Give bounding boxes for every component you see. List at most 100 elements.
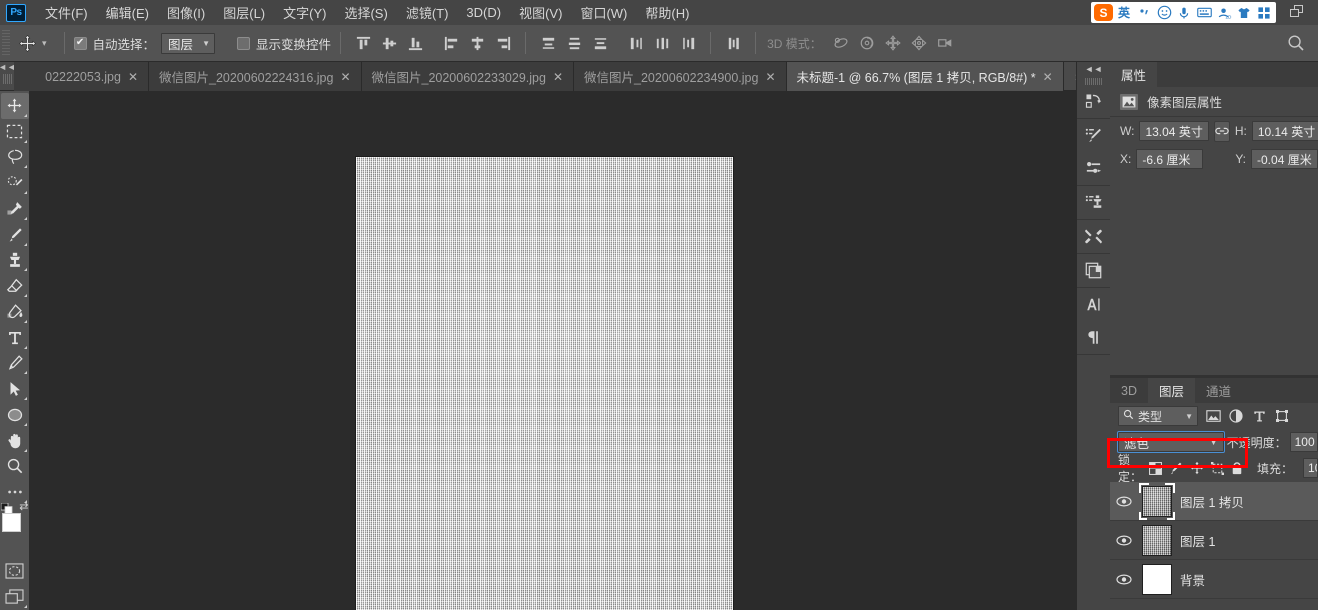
document-artboard[interactable] xyxy=(356,157,733,610)
distribute-vertical-center-icon[interactable] xyxy=(563,32,585,54)
align-vertical-center-icon[interactable] xyxy=(378,32,400,54)
tab-layers[interactable]: 图层 xyxy=(1148,378,1195,403)
paragraph-icon[interactable] xyxy=(1077,321,1111,354)
brush-tool[interactable] xyxy=(1,222,29,248)
screen-mode-icon[interactable] xyxy=(1,584,29,610)
hand-tool[interactable] xyxy=(1,428,29,454)
emoji-icon[interactable] xyxy=(1155,4,1173,22)
slide-3d-icon[interactable] xyxy=(908,32,930,54)
lock-all-icon[interactable] xyxy=(1231,461,1243,476)
y-field[interactable]: -0.04 厘米 xyxy=(1251,149,1318,169)
layer-filter-type-dropdown[interactable]: 类型 ▼ xyxy=(1118,406,1198,426)
move-tool-icon[interactable] xyxy=(13,30,41,56)
default-colors-icon[interactable] xyxy=(1,501,13,512)
close-tab-icon[interactable]: ✕ xyxy=(553,70,563,84)
document-tab-2[interactable]: 微信图片_20200602233029.jpg ✕ xyxy=(362,62,575,91)
restore-window-icon[interactable] xyxy=(1290,5,1306,19)
sogou-input-toolbar[interactable]: S 英 2D xyxy=(1091,2,1276,23)
ime-mode-chinese-english-toggle[interactable]: 英 xyxy=(1115,4,1133,22)
lasso-tool[interactable] xyxy=(1,145,29,171)
x-field[interactable]: -6.6 厘米 xyxy=(1136,149,1203,169)
height-field[interactable]: 10.14 英寸 xyxy=(1252,121,1318,141)
voice-icon[interactable] xyxy=(1175,4,1193,22)
options-bar-grip[interactable] xyxy=(2,30,10,56)
tab-channels[interactable]: 通道 xyxy=(1195,378,1242,403)
clone-stamp-tool[interactable] xyxy=(1,248,29,274)
menu-item-image[interactable]: 图像(I) xyxy=(158,0,214,25)
layer-thumbnail[interactable] xyxy=(1142,525,1172,556)
quick-mask-icon[interactable] xyxy=(1,559,29,585)
layer-thumbnail[interactable] xyxy=(1142,486,1172,517)
rectangular-marquee-tool[interactable] xyxy=(1,119,29,145)
show-transform-controls-checkbox[interactable] xyxy=(237,37,250,50)
layer-name[interactable]: 图层 1 拷贝 xyxy=(1180,492,1244,511)
lock-transparent-pixels-icon[interactable] xyxy=(1149,461,1162,476)
filter-type-icon[interactable] xyxy=(1251,408,1267,424)
auto-select-checkbox[interactable]: ✔ xyxy=(74,37,87,50)
screenshot-icon[interactable]: 2D xyxy=(1215,4,1233,22)
move-tool[interactable] xyxy=(1,93,29,119)
search-icon[interactable] xyxy=(1286,33,1306,53)
collapse-dock-icon[interactable]: ◄◄ xyxy=(0,62,14,90)
type-tool[interactable] xyxy=(1,325,29,351)
document-tab-3[interactable]: 微信图片_20200602234900.jpg ✕ xyxy=(574,62,787,91)
brush-presets-icon[interactable] xyxy=(1077,152,1111,185)
scale-3d-icon[interactable] xyxy=(934,32,956,54)
distribute-spacing-icon[interactable] xyxy=(722,32,744,54)
sogou-logo-icon[interactable]: S xyxy=(1094,4,1113,21)
menu-item-select[interactable]: 选择(S) xyxy=(335,0,396,25)
character-icon[interactable] xyxy=(1077,288,1111,321)
visibility-eye-icon[interactable] xyxy=(1114,496,1134,507)
menu-item-view[interactable]: 视图(V) xyxy=(510,0,571,25)
distribute-right-icon[interactable] xyxy=(677,32,699,54)
distribute-top-icon[interactable] xyxy=(537,32,559,54)
tab-3d[interactable]: 3D xyxy=(1110,378,1148,403)
pen-tool[interactable] xyxy=(1,351,29,377)
expand-panels-icon[interactable]: ◄◄ xyxy=(1077,62,1111,75)
menu-item-edit[interactable]: 编辑(E) xyxy=(97,0,158,25)
menu-item-help[interactable]: 帮助(H) xyxy=(636,0,698,25)
ellipse-shape-tool[interactable] xyxy=(1,402,29,428)
visibility-eye-icon[interactable] xyxy=(1114,574,1134,585)
layer-name[interactable]: 背景 xyxy=(1180,570,1205,589)
align-left-icon[interactable] xyxy=(440,32,462,54)
history-icon[interactable] xyxy=(1077,85,1111,118)
align-right-icon[interactable] xyxy=(492,32,514,54)
brush-settings-icon[interactable] xyxy=(1077,119,1111,152)
swap-colors-icon[interactable]: ⇄ xyxy=(19,500,28,513)
width-field[interactable]: 13.04 英寸 xyxy=(1139,121,1208,141)
rotate-3d-icon[interactable] xyxy=(830,32,852,54)
drag-3d-icon[interactable] xyxy=(882,32,904,54)
menu-item-layer[interactable]: 图层(L) xyxy=(214,0,274,25)
layer-comps-icon[interactable] xyxy=(1077,254,1111,287)
auto-select-scope-dropdown[interactable]: 图层 ▼ xyxy=(161,33,215,54)
quick-selection-tool[interactable] xyxy=(1,170,29,196)
link-dimensions-icon[interactable] xyxy=(1214,121,1230,142)
close-tab-icon[interactable]: ✕ xyxy=(340,70,350,84)
distribute-bottom-icon[interactable] xyxy=(589,32,611,54)
filter-pixel-icon[interactable] xyxy=(1205,408,1221,424)
filter-shape-icon[interactable] xyxy=(1274,408,1290,424)
align-top-icon[interactable] xyxy=(352,32,374,54)
foreground-color-swatch[interactable] xyxy=(2,513,21,532)
roll-3d-icon[interactable] xyxy=(856,32,878,54)
close-tab-icon[interactable]: ✕ xyxy=(128,70,138,84)
tool-preset-chevron-icon[interactable]: ▾ xyxy=(42,38,47,49)
menu-item-type[interactable]: 文字(Y) xyxy=(274,0,335,25)
opacity-field[interactable]: 100 xyxy=(1290,432,1318,452)
eraser-tool[interactable] xyxy=(1,273,29,299)
lock-image-pixels-icon[interactable] xyxy=(1169,461,1183,476)
filter-adjustment-icon[interactable] xyxy=(1228,408,1244,424)
toolbox-icon[interactable] xyxy=(1255,4,1273,22)
color-swatches[interactable]: ⇄ xyxy=(1,513,29,549)
layer-name[interactable]: 图层 1 xyxy=(1180,531,1215,550)
distribute-left-icon[interactable] xyxy=(625,32,647,54)
align-horizontal-center-icon[interactable] xyxy=(466,32,488,54)
keyboard-icon[interactable] xyxy=(1195,4,1213,22)
align-bottom-icon[interactable] xyxy=(404,32,426,54)
menu-item-file[interactable]: 文件(F) xyxy=(36,0,97,25)
document-tab-0[interactable]: 02222053.jpg ✕ xyxy=(14,62,149,91)
panel-group-grip[interactable] xyxy=(1085,78,1103,85)
lock-position-icon[interactable] xyxy=(1190,461,1204,476)
layer-thumbnail[interactable] xyxy=(1142,564,1172,595)
